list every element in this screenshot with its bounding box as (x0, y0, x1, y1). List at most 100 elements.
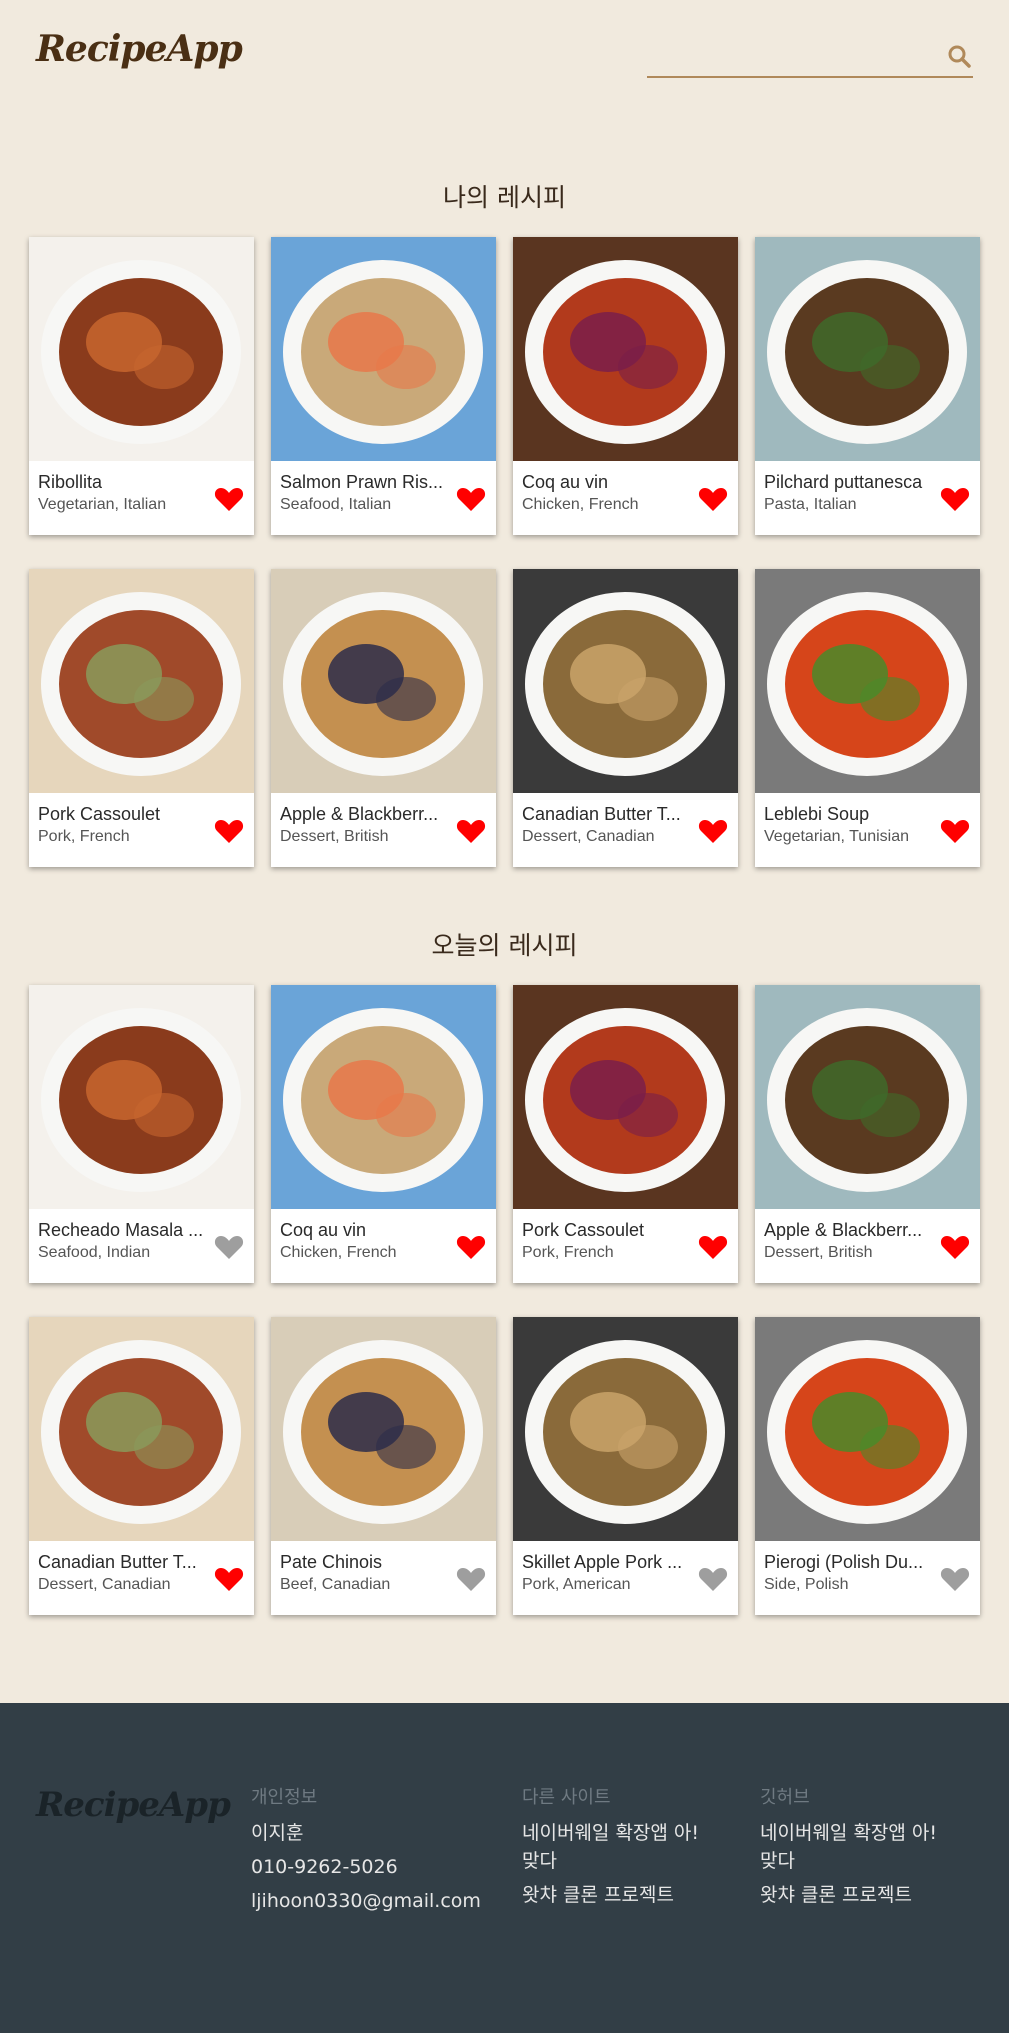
recipe-image[interactable] (271, 569, 496, 793)
recipe-image[interactable] (29, 237, 254, 461)
search-input[interactable] (647, 36, 927, 76)
recipe-image[interactable] (755, 237, 980, 461)
recipe-category: Seafood, Italian (280, 496, 392, 513)
recipe-card[interactable]: Ribollita Vegetarian, Italian (29, 237, 254, 535)
recipe-card[interactable]: Pierogi (Polish Du... Side, Polish (755, 1317, 980, 1615)
today-recipes-title: 오늘의 레시피 (431, 931, 578, 960)
heart-filled-icon[interactable] (940, 1233, 970, 1261)
recipe-name: Pork Cassoulet (522, 1220, 645, 1240)
recipe-card[interactable]: Apple & Blackberr... Dessert, British (755, 985, 980, 1283)
recipe-card[interactable]: Recheado Masala ... Seafood, Indian (29, 985, 254, 1283)
recipe-name: Pierogi (Polish Du... (764, 1552, 924, 1572)
recipe-category: Dessert, British (764, 1244, 873, 1261)
recipe-category: Chicken, French (280, 1244, 397, 1261)
recipe-name: Pate Chinois (280, 1552, 383, 1572)
github-heading: 깃허브 (760, 1787, 810, 1808)
heart-filled-icon[interactable] (456, 1233, 486, 1261)
recipe-name: Coq au vin (280, 1220, 367, 1240)
recipe-row: Recheado Masala ... Seafood, Indian Coq au… (29, 985, 981, 1283)
recipe-category: Dessert, Canadian (522, 828, 655, 845)
recipe-category: Pork, French (522, 1244, 614, 1261)
github-link[interactable]: 왓챠 클론 프로젝트 (760, 1881, 960, 1909)
personal-email[interactable]: ljihoon0330@gmail.com (251, 1887, 481, 1915)
heart-filled-icon[interactable] (940, 485, 970, 513)
recipe-category: Chicken, French (522, 496, 639, 513)
recipe-image[interactable] (513, 985, 738, 1209)
recipe-category: Pork, French (38, 828, 130, 845)
recipe-image[interactable] (755, 1317, 980, 1541)
recipe-card[interactable]: Leblebi Soup Vegetarian, Tunisian (755, 569, 980, 867)
heart-filled-icon[interactable] (456, 817, 486, 845)
recipe-row: Ribollita Vegetarian, Italian Salmon Prawn… (29, 237, 981, 535)
recipe-name: Pilchard puttanesca (764, 472, 923, 492)
recipe-card[interactable]: Skillet Apple Pork ... Pork, American (513, 1317, 738, 1615)
heart-outline-icon[interactable] (214, 1233, 244, 1261)
recipe-image[interactable] (29, 1317, 254, 1541)
recipe-name: Ribollita (38, 472, 103, 492)
recipe-name: Recheado Masala ... (38, 1220, 204, 1240)
my-recipes-grid: Ribollita Vegetarian, Italian Salmon Prawn… (29, 237, 981, 901)
recipe-category: Vegetarian, Italian (38, 496, 167, 513)
recipe-image[interactable] (271, 237, 496, 461)
recipe-category: Vegetarian, Tunisian (764, 828, 909, 845)
footer: RecipeApp 개인정보 이지훈 010-9262-5026 ljihoon… (0, 1703, 1009, 2033)
recipe-name: Skillet Apple Pork ... (522, 1552, 683, 1572)
recipe-category: Dessert, British (280, 828, 389, 845)
recipe-name: Canadian Butter T... (522, 804, 681, 824)
recipe-info: Recheado Masala ... Seafood, Indian (38, 1219, 208, 1263)
header: RecipeApp (0, 0, 1009, 110)
recipe-category: Side, Polish (764, 1576, 849, 1593)
heart-outline-icon[interactable] (698, 1565, 728, 1593)
recipe-image[interactable] (29, 569, 254, 793)
search-icon[interactable] (945, 42, 973, 70)
recipe-image[interactable] (29, 985, 254, 1209)
recipe-image[interactable] (513, 1317, 738, 1541)
recipe-card[interactable]: Pate Chinois Beef, Canadian (271, 1317, 496, 1615)
heart-filled-icon[interactable] (698, 1233, 728, 1261)
recipe-info: Apple & Blackberr... Dessert, British (764, 1219, 934, 1263)
recipe-info: Salmon Prawn Ris... Seafood, Italian (280, 471, 450, 515)
recipe-card[interactable]: Coq au vin Chicken, French (513, 237, 738, 535)
footer-personal-info: 개인정보 이지훈 010-9262-5026 ljihoon0330@gmail… (251, 1783, 481, 1921)
recipe-image[interactable] (513, 569, 738, 793)
recipe-card[interactable]: Canadian Butter T... Dessert, Canadian (513, 569, 738, 867)
recipe-image[interactable] (755, 985, 980, 1209)
recipe-card[interactable]: Coq au vin Chicken, French (271, 985, 496, 1283)
footer-github: 깃허브 네이버웨일 확장앱 아! 맞다 왓챠 클론 프로젝트 (760, 1783, 960, 1915)
heart-filled-icon[interactable] (940, 817, 970, 845)
heart-outline-icon[interactable] (456, 1565, 486, 1593)
app-logo[interactable]: RecipeApp (36, 28, 243, 70)
heart-filled-icon[interactable] (214, 485, 244, 513)
recipe-info: Leblebi Soup Vegetarian, Tunisian (764, 803, 934, 847)
recipe-card[interactable]: Pilchard puttanesca Pasta, Italian (755, 237, 980, 535)
recipe-card[interactable]: Apple & Blackberr... Dessert, British (271, 569, 496, 867)
recipe-name: Leblebi Soup (764, 804, 870, 824)
recipe-card[interactable]: Pork Cassoulet Pork, French (29, 569, 254, 867)
my-recipes-title: 나의 레시피 (443, 183, 566, 212)
recipe-image[interactable] (755, 569, 980, 793)
recipe-row: Pork Cassoulet Pork, French Apple & Blackb… (29, 569, 981, 867)
recipe-name: Apple & Blackberr... (764, 1220, 923, 1240)
github-link[interactable]: 네이버웨일 확장앱 아! 맞다 (760, 1819, 960, 1875)
heart-filled-icon[interactable] (698, 485, 728, 513)
recipe-category: Pasta, Italian (764, 496, 857, 513)
recipe-row: Canadian Butter T... Dessert, Canadian Pat… (29, 1317, 981, 1615)
recipe-info: Pork Cassoulet Pork, French (38, 803, 208, 847)
heart-filled-icon[interactable] (456, 485, 486, 513)
recipe-name: Coq au vin (522, 472, 609, 492)
heart-filled-icon[interactable] (214, 1565, 244, 1593)
heart-outline-icon[interactable] (940, 1565, 970, 1593)
search-bar (647, 36, 973, 78)
recipe-image[interactable] (271, 985, 496, 1209)
recipe-card[interactable]: Salmon Prawn Ris... Seafood, Italian (271, 237, 496, 535)
other-site-link[interactable]: 왓챠 클론 프로젝트 (522, 1881, 722, 1909)
recipe-card[interactable]: Pork Cassoulet Pork, French (513, 985, 738, 1283)
recipe-name: Pork Cassoulet (38, 804, 161, 824)
heart-filled-icon[interactable] (698, 817, 728, 845)
recipe-card[interactable]: Canadian Butter T... Dessert, Canadian (29, 1317, 254, 1615)
heart-filled-icon[interactable] (214, 817, 244, 845)
recipe-image[interactable] (271, 1317, 496, 1541)
recipe-image[interactable] (513, 237, 738, 461)
recipe-name: Canadian Butter T... (38, 1552, 197, 1572)
other-site-link[interactable]: 네이버웨일 확장앱 아! 맞다 (522, 1819, 722, 1875)
